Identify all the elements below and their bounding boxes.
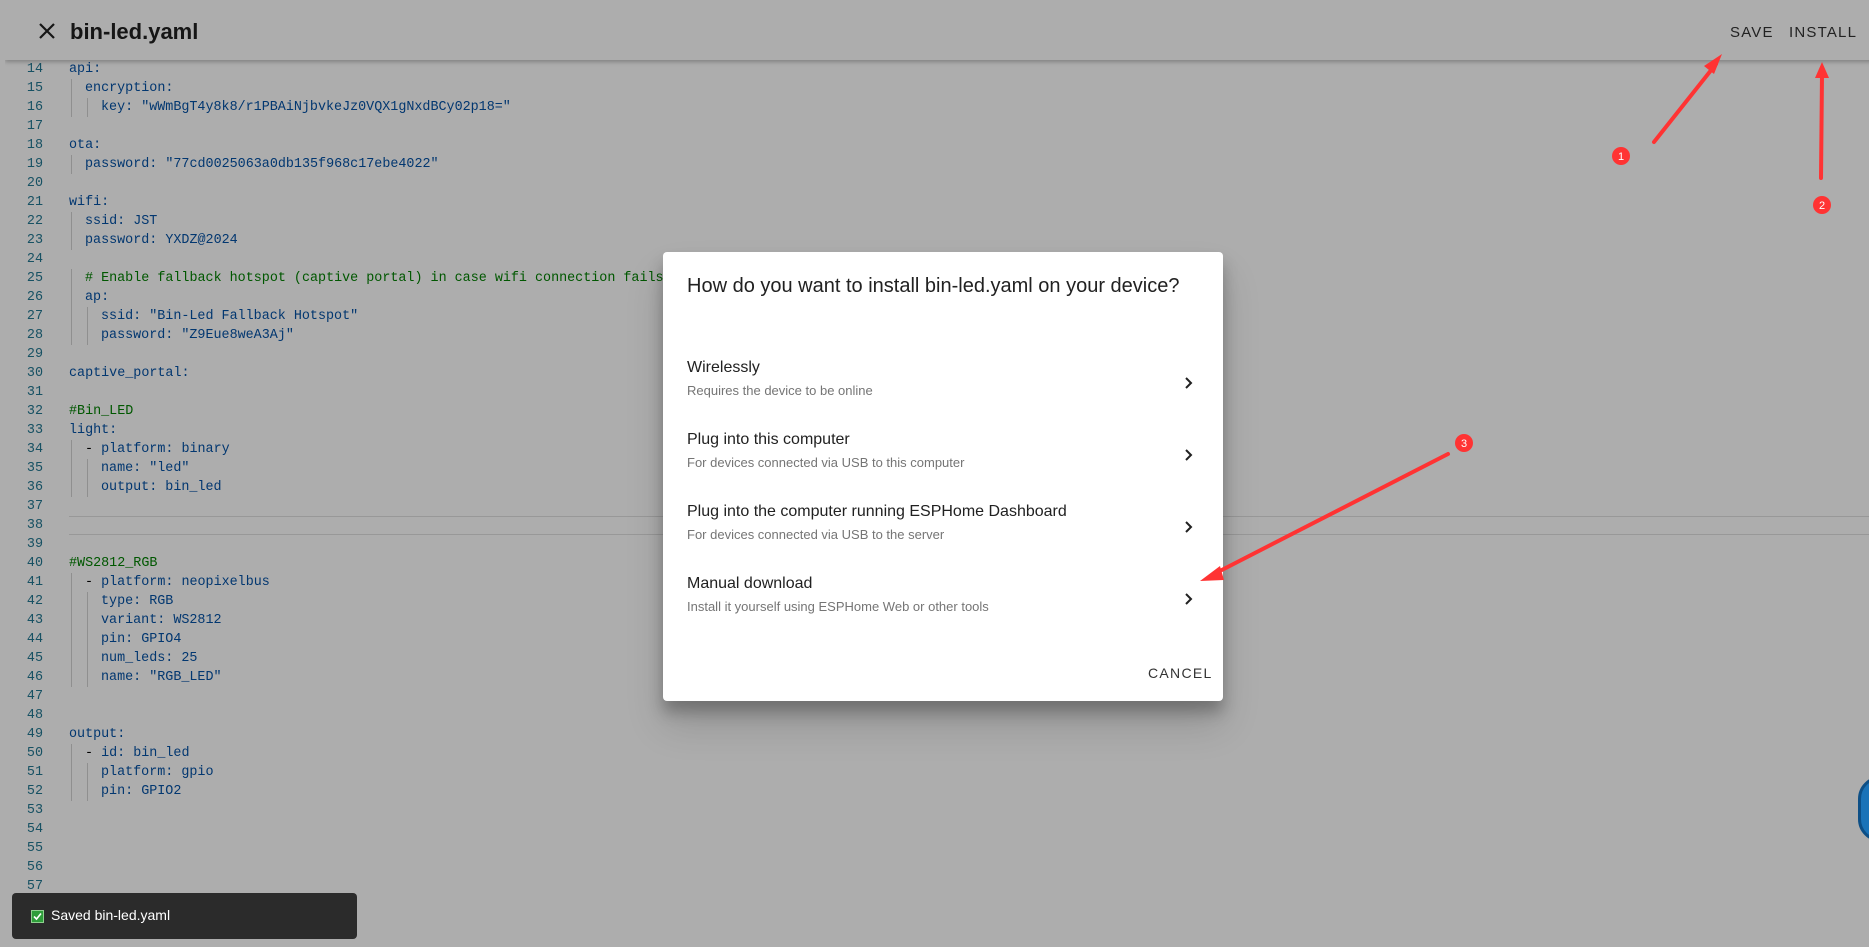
- option-plug-dashboard-computer[interactable]: Plug into the computer running ESPHome D…: [663, 493, 1223, 565]
- chevron-right-icon: [1185, 593, 1193, 605]
- chevron-right-icon: [1185, 521, 1193, 533]
- toast-notification: Saved bin-led.yaml: [12, 893, 357, 939]
- option-label: Wirelessly: [687, 359, 760, 376]
- install-dialog: How do you want to install bin-led.yaml …: [663, 252, 1223, 701]
- check-icon: [31, 910, 44, 923]
- option-sublabel: For devices connected via USB to this co…: [687, 455, 965, 470]
- dialog-title: How do you want to install bin-led.yaml …: [687, 275, 1180, 297]
- window-edge: [1869, 0, 1874, 947]
- option-label: Manual download: [687, 575, 813, 592]
- option-sublabel: For devices connected via USB to the ser…: [687, 527, 945, 542]
- option-manual-download[interactable]: Manual download Install it yourself usin…: [663, 565, 1223, 637]
- chevron-right-icon: [1185, 377, 1193, 389]
- chevron-right-icon: [1185, 449, 1193, 461]
- toast-message: Saved bin-led.yaml: [51, 907, 171, 923]
- option-sublabel: Requires the device to be online: [687, 383, 873, 398]
- cancel-button[interactable]: CANCEL: [1148, 665, 1213, 681]
- option-label: Plug into this computer: [687, 431, 850, 448]
- option-sublabel: Install it yourself using ESPHome Web or…: [687, 599, 989, 614]
- option-label: Plug into the computer running ESPHome D…: [687, 503, 1067, 520]
- option-plug-this-computer[interactable]: Plug into this computer For devices conn…: [663, 421, 1223, 493]
- option-wirelessly[interactable]: Wirelessly Requires the device to be onl…: [663, 349, 1223, 421]
